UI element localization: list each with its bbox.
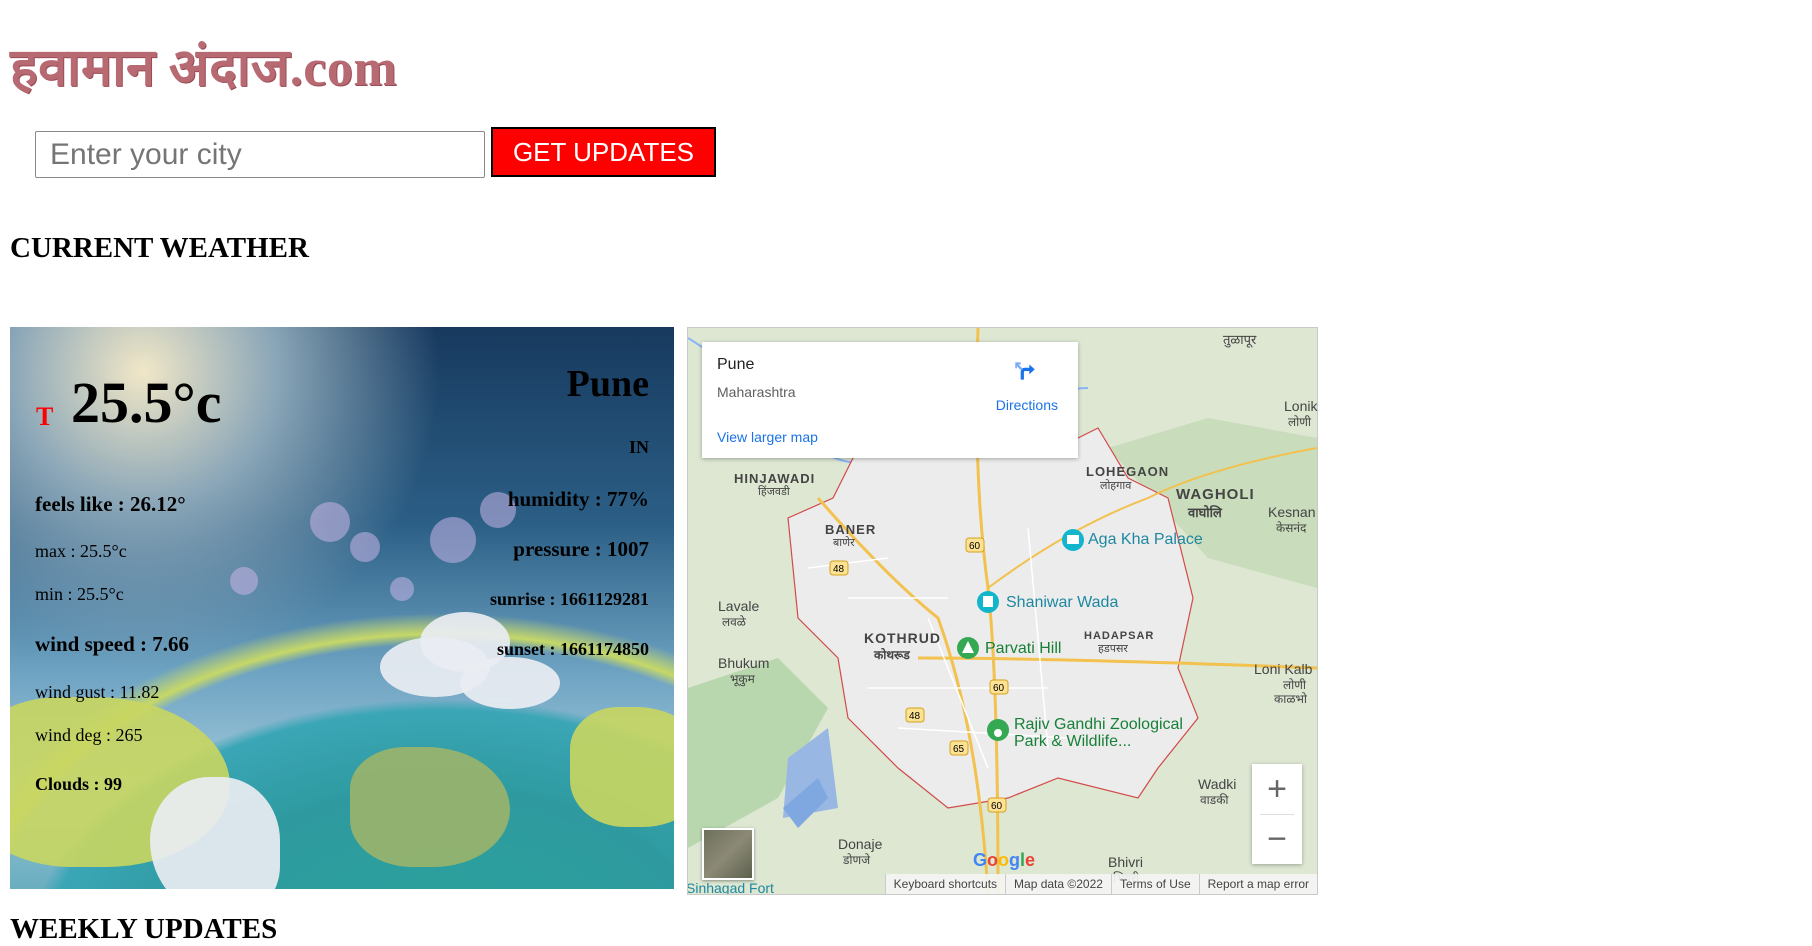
- poi-parvati-hill[interactable]: Parvati Hill: [985, 640, 1061, 658]
- map-label: लोहगाव: [1100, 480, 1132, 492]
- current-weather-heading: CURRENT WEATHER: [10, 232, 309, 264]
- bokeh-decoration: [390, 577, 414, 601]
- temperature-value: 25.5°c: [71, 370, 222, 435]
- cloud-decoration: [460, 657, 560, 709]
- city-search-input[interactable]: [35, 131, 485, 178]
- map-attribution-bar: Keyboard shortcuts Map data ©2022 Terms …: [688, 874, 1317, 894]
- map-label: बाणेर: [833, 537, 855, 549]
- bokeh-decoration: [310, 502, 350, 542]
- embedded-map[interactable]: Pune Maharashtra Directions View larger …: [687, 327, 1318, 895]
- map-label: WAGHOLI: [1176, 486, 1255, 503]
- map-label: Wadki: [1198, 776, 1237, 792]
- temp-max: max : 25.5°c: [35, 541, 127, 561]
- place-subtitle: Maharashtra: [717, 384, 796, 400]
- map-label: Bhivri: [1108, 854, 1144, 870]
- map-label: Kesnan: [1268, 504, 1316, 520]
- wind-speed: wind speed : 7.66: [35, 632, 190, 656]
- view-larger-map-link[interactable]: View larger map: [717, 429, 818, 445]
- map-label: Donaje: [838, 836, 883, 852]
- zoom-controls: + −: [1252, 764, 1302, 864]
- map-label: लवळे: [722, 615, 746, 629]
- report-error-link[interactable]: Report a map error: [1198, 874, 1317, 894]
- weather-card: T 25.5°c Pune IN feels like : 26.12° max…: [10, 327, 674, 889]
- bokeh-decoration: [430, 517, 476, 563]
- map-label: Bhukum: [718, 655, 770, 671]
- temp-min: min : 25.5°c: [35, 584, 124, 604]
- weekly-updates-heading: WEEKLY UPDATES: [10, 913, 278, 945]
- place-title: Pune: [717, 356, 755, 373]
- directions-icon[interactable]: [1012, 358, 1038, 384]
- map-label: हिंजवडी: [758, 486, 790, 498]
- wind-deg: wind deg : 265: [35, 725, 143, 745]
- get-updates-button[interactable]: GET UPDATES: [491, 127, 716, 177]
- humidity: humidity : 77%: [507, 487, 649, 511]
- city-name: Pune: [566, 363, 649, 405]
- poi-aga-khan-palace[interactable]: Aga Kha Palace: [1088, 531, 1203, 549]
- poi-shaniwar-wada[interactable]: Shaniwar Wada: [1006, 594, 1118, 612]
- land-decoration: [350, 747, 510, 867]
- map-label: हडपसर: [1098, 643, 1128, 655]
- poi-zoo[interactable]: Park & Wildlife...: [1014, 733, 1131, 751]
- land-decoration: [570, 707, 674, 827]
- satellite-toggle[interactable]: [702, 828, 754, 880]
- keyboard-shortcuts-link[interactable]: Keyboard shortcuts: [884, 874, 1006, 894]
- map-label: Loni Kalb: [1254, 661, 1313, 677]
- map-label: वाघोलि: [1188, 505, 1222, 520]
- map-label: तुळापूर: [1223, 332, 1257, 347]
- country-code: IN: [628, 437, 649, 457]
- map-label: कोथरूड: [874, 648, 910, 662]
- sunrise: sunrise : 1661129281: [489, 589, 649, 609]
- zoom-out-button[interactable]: −: [1252, 814, 1302, 864]
- map-label: लोणी: [1288, 415, 1312, 429]
- bokeh-decoration: [230, 567, 258, 595]
- cloud-decoration: [150, 777, 280, 889]
- zoom-in-button[interactable]: +: [1252, 764, 1302, 814]
- directions-link[interactable]: Directions: [996, 397, 1058, 413]
- place-info-card: Pune Maharashtra Directions View larger …: [702, 342, 1078, 458]
- terms-link[interactable]: Terms of Use: [1110, 874, 1199, 894]
- temperature-marker: T: [36, 402, 54, 431]
- map-label: डोणजे: [843, 853, 871, 867]
- clouds: Clouds : 99: [35, 774, 123, 794]
- pressure: pressure : 1007: [513, 537, 649, 561]
- feels-like: feels like : 26.12°: [35, 492, 186, 516]
- map-label: KOTHRUD: [864, 630, 941, 646]
- map-label: Lavale: [718, 598, 760, 614]
- map-label: Lonik: [1284, 398, 1318, 414]
- map-label: केसनंद: [1276, 521, 1307, 535]
- bokeh-decoration: [350, 532, 380, 562]
- site-logo: हवामान अंदाज.com: [10, 40, 398, 97]
- map-data-text: Map data ©2022: [1005, 874, 1111, 894]
- google-logo: Google: [973, 850, 1036, 870]
- map-label: वाडकी: [1200, 793, 1229, 807]
- map-label: काळभो: [1274, 692, 1307, 706]
- map-label: भूकुम: [730, 672, 755, 686]
- sunset: sunset : 1661174850: [496, 639, 649, 659]
- map-label: LOHEGAON: [1086, 464, 1170, 479]
- wind-gust: wind gust : 11.82: [35, 682, 160, 702]
- poi-zoo[interactable]: Rajiv Gandhi Zoological: [1014, 716, 1183, 734]
- zoom-separator: [1260, 814, 1294, 815]
